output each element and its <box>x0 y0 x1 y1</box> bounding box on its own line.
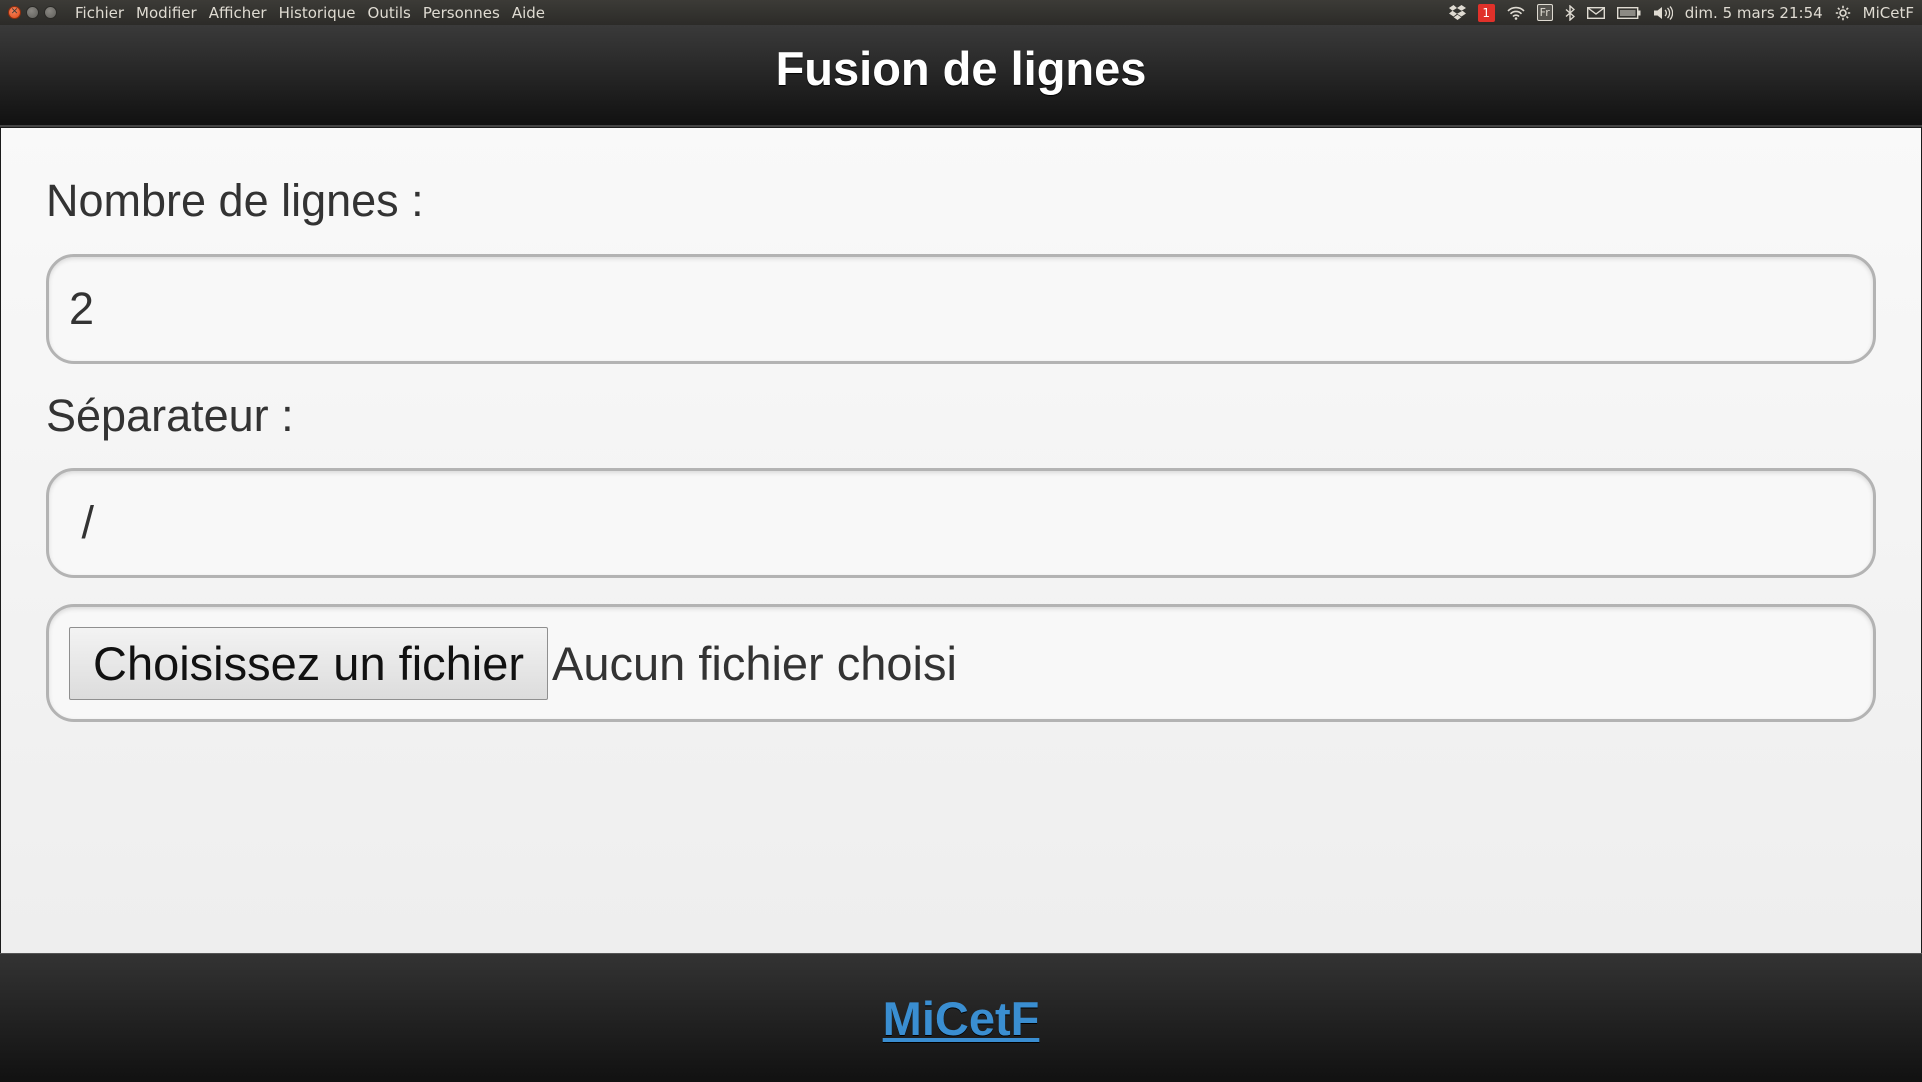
notification-badge[interactable]: 1 <box>1477 3 1495 22</box>
file-status-text: Aucun fichier choisi <box>552 636 957 690</box>
close-window-button[interactable]: ✕ <box>8 6 21 19</box>
menu-item-afficher[interactable]: Afficher <box>203 4 273 22</box>
dropbox-icon[interactable] <box>1448 4 1466 22</box>
separator-label: Séparateur : <box>46 390 294 441</box>
footer-home-link[interactable]: MiCetF <box>883 991 1040 1046</box>
file-input[interactable]: Choisissez un fichier Aucun fichier choi… <box>46 604 1876 722</box>
menu-item-aide[interactable]: Aide <box>506 4 551 22</box>
choose-file-button[interactable]: Choisissez un fichier <box>69 626 549 700</box>
separator-input[interactable] <box>46 468 1876 578</box>
volume-icon[interactable] <box>1653 4 1673 22</box>
lines-count-label: Nombre de lignes : <box>46 175 424 226</box>
menu-item-historique[interactable]: Historique <box>273 4 362 22</box>
menu-item-fichier[interactable]: Fichier <box>69 4 130 22</box>
wifi-icon[interactable] <box>1507 4 1525 22</box>
maximize-window-button[interactable] <box>44 6 57 19</box>
bluetooth-icon[interactable] <box>1565 4 1575 22</box>
menu-item-outils[interactable]: Outils <box>362 4 417 22</box>
page-title: Fusion de lignes <box>775 41 1147 95</box>
menu-item-modifier[interactable]: Modifier <box>130 4 203 22</box>
clock[interactable]: dim. 5 mars 21:54 <box>1685 4 1823 22</box>
system-tray: 1 Fr dim. 5 mars 21:54 MiCetF <box>1448 3 1922 22</box>
menu-item-personnes[interactable]: Personnes <box>417 4 506 22</box>
main-content: Nombre de lignes : Séparateur : Choisiss… <box>1 128 1921 953</box>
settings-gear-icon[interactable] <box>1835 4 1851 22</box>
lines-count-input[interactable] <box>46 254 1876 364</box>
minimize-window-button[interactable] <box>26 6 39 19</box>
mail-icon[interactable] <box>1586 4 1605 22</box>
app-footer: MiCetF <box>0 953 1922 1082</box>
app-menu-bar: Fichier Modifier Afficher Historique Out… <box>69 4 551 22</box>
os-top-panel: ✕ Fichier Modifier Afficher Historique O… <box>0 0 1922 25</box>
user-name[interactable]: MiCetF <box>1863 4 1914 22</box>
window-controls: ✕ <box>8 6 57 19</box>
keyboard-layout-indicator[interactable]: Fr <box>1536 4 1553 21</box>
battery-icon[interactable] <box>1616 4 1641 22</box>
app-header: Fusion de lignes <box>0 25 1922 127</box>
